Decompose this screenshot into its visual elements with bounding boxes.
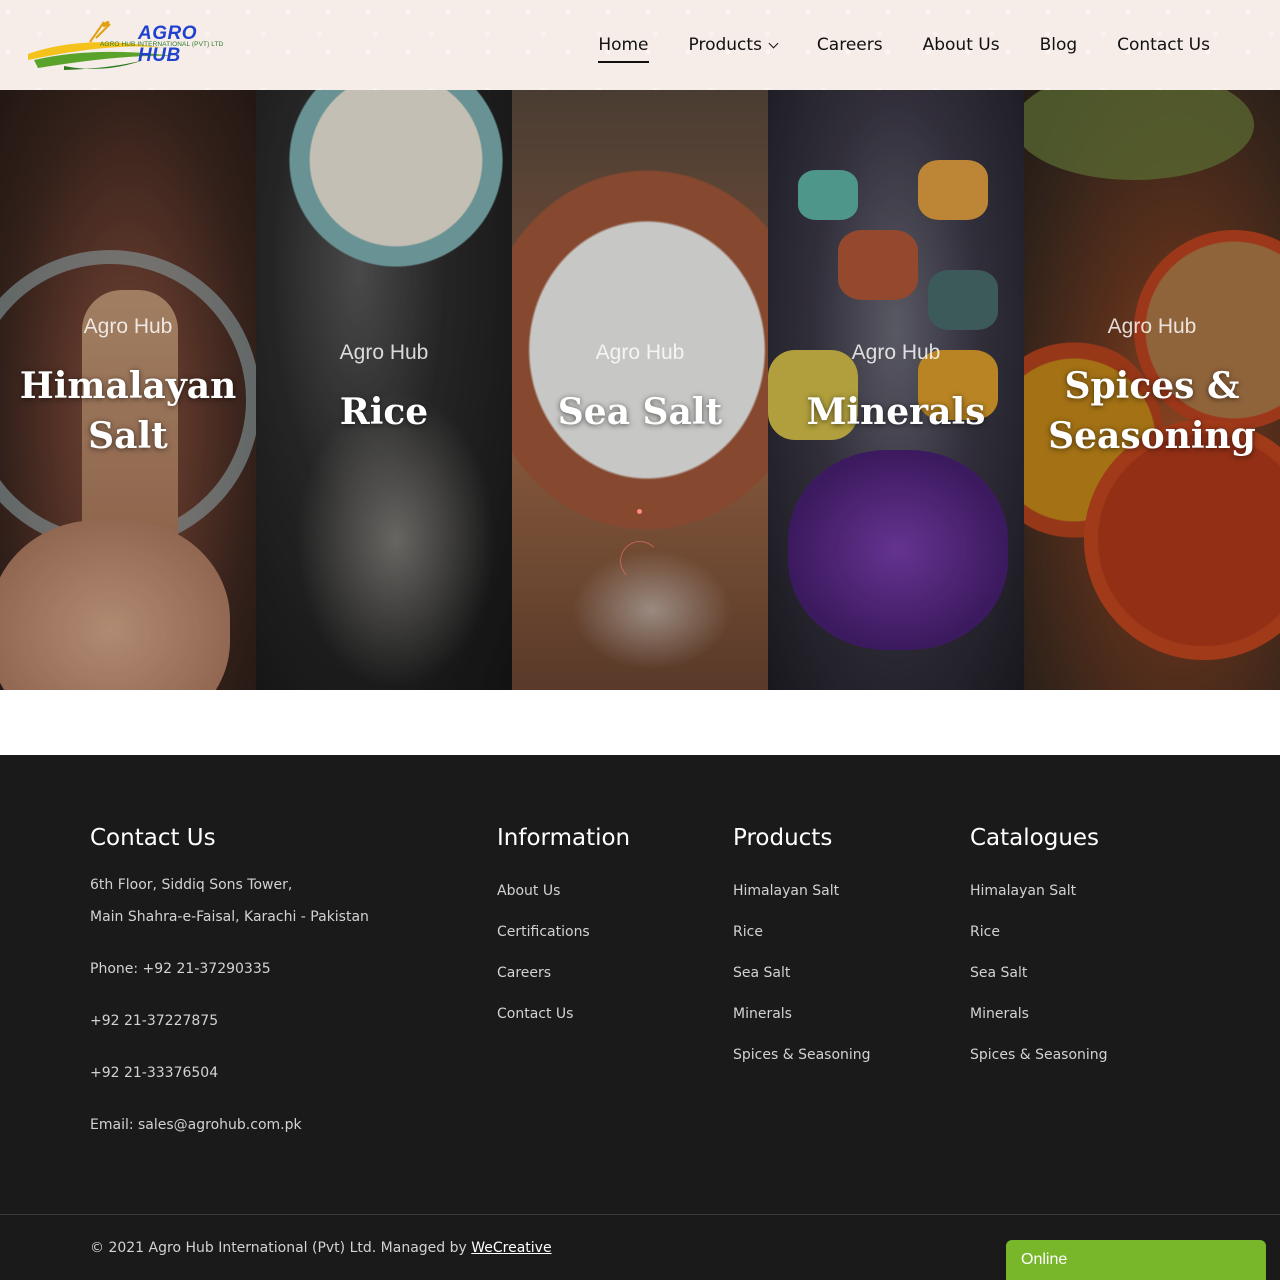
address-line-1: 6th Floor, Siddiq Sons Tower,: [90, 877, 293, 893]
footer-catalogues: Catalogues Himalayan Salt Rice Sea Salt …: [970, 825, 1108, 1086]
slider-dot[interactable]: [637, 509, 642, 514]
address-line-2: Main Shahra-e-Faisal, Karachi - Pakistan: [90, 909, 369, 925]
footer-products: Products Himalayan Salt Rice Sea Salt Mi…: [733, 825, 871, 1086]
panel-title-line1: Spices &: [1064, 365, 1240, 407]
phone-2[interactable]: +92 21-37227875: [90, 1011, 369, 1031]
footer-catalogue-sea-salt[interactable]: Sea Salt: [970, 963, 1108, 983]
agro-hub-logo[interactable]: AGRO HUB AGRO HUB INTERNATIONAL (PVT) LT…: [24, 16, 236, 74]
panel-title-line1: Himalayan: [19, 365, 237, 407]
footer-contact: Contact Us 6th Floor, Siddiq Sons Tower,…: [90, 825, 369, 1135]
panel-title-line1: Rice: [339, 391, 429, 433]
online-chat-widget[interactable]: Online: [1006, 1240, 1266, 1280]
footer-catalogue-minerals[interactable]: Minerals: [970, 1004, 1108, 1024]
footer-products-heading: Products: [733, 825, 833, 851]
panel-spices-seasoning[interactable]: Agro Hub Spices & Seasoning: [1024, 90, 1280, 690]
nav-blog[interactable]: Blog: [1040, 35, 1078, 55]
logo-subtitle: AGRO HUB INTERNATIONAL (PVT) LTD: [100, 41, 224, 48]
panel-title-line1: Sea Salt: [557, 391, 723, 433]
footer-product-sea-salt[interactable]: Sea Salt: [733, 963, 871, 983]
footer-link-careers[interactable]: Careers: [497, 963, 630, 983]
footer-product-minerals[interactable]: Minerals: [733, 1004, 871, 1024]
footer-catalogue-spices[interactable]: Spices & Seasoning: [970, 1045, 1108, 1065]
panel-rice[interactable]: Agro Hub Rice: [256, 90, 512, 690]
footer-catalogues-heading: Catalogues: [970, 825, 1100, 851]
chat-widget-label: Online: [1021, 1251, 1068, 1268]
footer-product-himalayan-salt[interactable]: Himalayan Salt: [733, 881, 871, 901]
copyright-text: © 2021 Agro Hub International (Pvt) Ltd.…: [90, 1240, 472, 1256]
wecreative-link[interactable]: WeCreative: [471, 1240, 551, 1256]
panel-brand: Agro Hub: [851, 341, 941, 364]
site-header: AGRO HUB AGRO HUB INTERNATIONAL (PVT) LT…: [0, 0, 1280, 90]
footer-catalogue-himalayan-salt[interactable]: Himalayan Salt: [970, 881, 1108, 901]
footer-information-heading: Information: [497, 825, 631, 851]
nav-home-label: Home: [598, 35, 649, 55]
panel-title-line1: Minerals: [806, 391, 986, 433]
footer-catalogue-rice[interactable]: Rice: [970, 922, 1108, 942]
nav-home[interactable]: Home: [598, 35, 649, 63]
nav-products[interactable]: Products: [688, 35, 779, 55]
footer-link-about-us[interactable]: About Us: [497, 881, 630, 901]
phone-3[interactable]: +92 21-33376504: [90, 1063, 369, 1083]
chevron-down-icon: [768, 38, 779, 48]
nav-about-label: About Us: [922, 35, 1000, 55]
phone-1[interactable]: Phone: +92 21-37290335: [90, 959, 369, 979]
site-footer: Contact Us 6th Floor, Siddiq Sons Tower,…: [0, 755, 1280, 1280]
nav-contact-label: Contact Us: [1117, 35, 1210, 55]
footer-divider: [0, 1214, 1280, 1215]
nav-careers[interactable]: Careers: [817, 35, 883, 55]
footer-information: Information About Us Certifications Care…: [497, 825, 630, 1045]
panel-sea-salt[interactable]: Agro Hub Sea Salt: [512, 90, 768, 690]
loading-spinner-icon: [620, 541, 660, 581]
nav-contact-us[interactable]: Contact Us: [1117, 35, 1210, 55]
panel-minerals[interactable]: Agro Hub Minerals: [768, 90, 1024, 690]
footer-product-rice[interactable]: Rice: [733, 922, 871, 942]
panel-title-line2: Salt: [88, 415, 168, 457]
nav-blog-label: Blog: [1039, 35, 1078, 55]
copyright: © 2021 Agro Hub International (Pvt) Ltd.…: [90, 1240, 552, 1256]
panel-brand: Agro Hub: [339, 341, 429, 364]
nav-careers-label: Careers: [816, 35, 883, 55]
panel-brand: Agro Hub: [595, 341, 685, 364]
panel-brand: Agro Hub: [83, 315, 173, 338]
product-hero: Agro Hub Himalayan Salt Agro Hub Rice Ag…: [0, 90, 1280, 690]
email[interactable]: Email: sales@agrohub.com.pk: [90, 1115, 369, 1135]
nav-about-us[interactable]: About Us: [923, 35, 1000, 55]
panel-title-line2: Seasoning: [1048, 415, 1256, 457]
panel-himalayan-salt[interactable]: Agro Hub Himalayan Salt: [0, 90, 256, 690]
footer-contact-heading: Contact Us: [90, 825, 216, 851]
footer-link-certifications[interactable]: Certifications: [497, 922, 630, 942]
main-nav: Home Products Careers About Us Blog Cont…: [598, 0, 1210, 90]
footer-product-spices[interactable]: Spices & Seasoning: [733, 1045, 871, 1065]
footer-link-contact-us[interactable]: Contact Us: [497, 1004, 630, 1024]
nav-products-label: Products: [688, 35, 762, 55]
panel-brand: Agro Hub: [1107, 315, 1197, 338]
